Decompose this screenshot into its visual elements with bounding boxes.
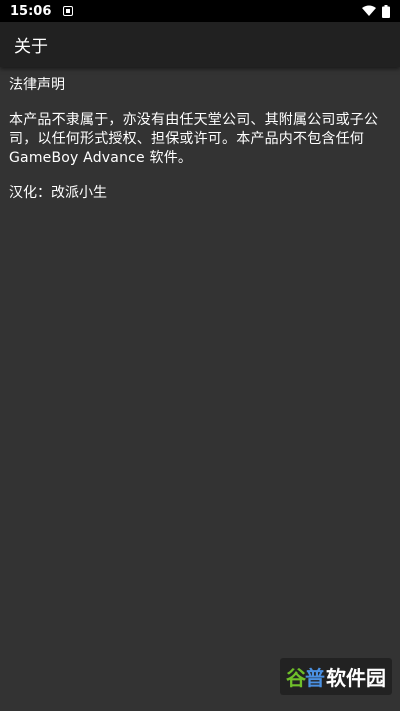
legal-notice-title: 法律声明 [9,77,65,93]
watermark-mark-part2: 普 [305,666,325,690]
notification-icon [63,6,74,16]
watermark-logo: 谷普 软件园 [280,658,392,695]
watermark-text: 软件园 [326,666,386,690]
app-bar: 关于 [0,22,400,67]
about-content: 法律声明 本产品不隶属于，亦没有由任天堂公司、其附属公司或子公司，以任何形式授权… [9,76,391,203]
watermark-mark-part1: 谷 [286,666,306,690]
legal-disclaimer-text: 本产品不隶属于，亦没有由任天堂公司、其附属公司或子公司，以任何形式授权、担保或许… [9,112,379,166]
about-screen: 15:06 关于 法律声明 本产品不隶属于，亦没有由任天堂公司、其附属公司或子公… [0,0,400,711]
wifi-icon [362,5,376,16]
page-title: 关于 [14,37,48,57]
localization-credit: 汉化：改派小生 [9,185,107,201]
status-bar: 15:06 [0,0,400,22]
watermark-mark: 谷普 [286,662,325,691]
status-icons [362,4,390,18]
battery-icon [382,4,390,18]
status-time: 15:06 [10,3,52,19]
